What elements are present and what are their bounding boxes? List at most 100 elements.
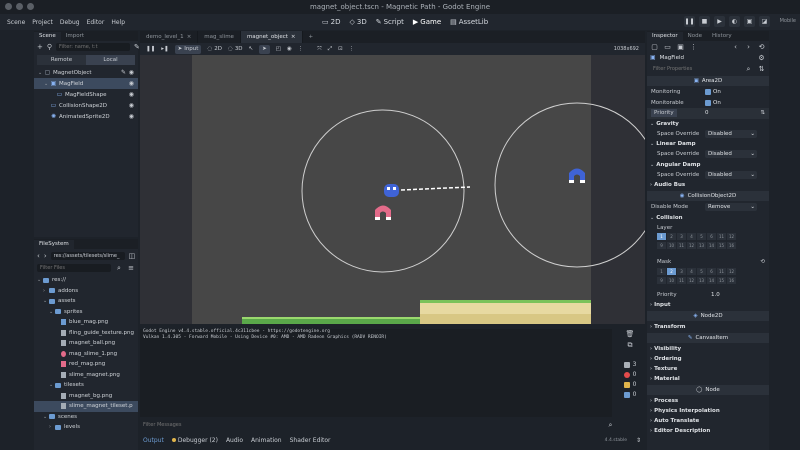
filter-errors-button[interactable]: 0 (623, 371, 636, 378)
tree-node-magfield[interactable]: ⌄ ▣ MagField ◉ (34, 78, 138, 89)
remote-debug-button[interactable]: ◐ (729, 16, 740, 27)
fixed-size-button[interactable]: ⤢ (328, 46, 332, 53)
filter-warnings-button[interactable]: 0 (623, 381, 636, 388)
section-material[interactable]: › Material (647, 374, 769, 384)
visibility-eye-icon[interactable]: ◉ (129, 91, 134, 98)
section-collision[interactable]: ⌄ Collision (647, 213, 769, 223)
add-scene-tab-button[interactable]: + (303, 31, 320, 43)
scene-tab-demo-level-1[interactable]: demo_level_1 × (140, 31, 199, 43)
mask-bit[interactable]: 14 (707, 276, 716, 284)
suspend-button[interactable]: ❚❚ (146, 46, 155, 52)
new-resource-button[interactable]: ▢ (650, 42, 659, 51)
section-editor-description[interactable]: › Editor Description (647, 426, 769, 436)
game-canvas[interactable] (140, 55, 645, 324)
mask-bit[interactable]: 2 (667, 267, 676, 275)
history-back-button[interactable]: ‹ (731, 42, 740, 51)
tab-shader-editor[interactable]: Shader Editor (290, 437, 331, 444)
property-options-button[interactable]: ⇅ (757, 65, 766, 74)
next-frame-button[interactable]: ▸❚ (161, 46, 168, 52)
mask-bit[interactable]: 10 (667, 276, 676, 284)
search-icon[interactable]: ⌕ (115, 264, 123, 273)
select-3d-button[interactable]: ◌ 3D (228, 46, 243, 52)
list-item[interactable]: slime_magnet_tileset.p (34, 401, 138, 412)
workspace-3d[interactable]: ◇ 3D (349, 18, 366, 26)
list-item[interactable]: › levels (34, 422, 138, 433)
search-icon[interactable]: ⌕ (744, 65, 753, 74)
mask-bit[interactable]: 5 (697, 267, 706, 275)
play-custom-button[interactable]: ◪ (759, 16, 770, 27)
renderer-selector[interactable]: Mobile (780, 18, 796, 24)
mask-bit[interactable]: 11 (677, 276, 686, 284)
tab-debugger[interactable]: Debugger (2) (171, 437, 218, 444)
layer-bit[interactable]: 4 (687, 233, 696, 240)
layer-bit[interactable]: 13 (697, 242, 706, 249)
layer-bit[interactable]: 11 (677, 242, 686, 249)
section-auto-translate[interactable]: › Auto Translate (647, 416, 769, 426)
section-transform[interactable]: › Transform (647, 322, 769, 332)
forward-button[interactable]: › (44, 251, 47, 260)
script-icon[interactable]: ✎ (121, 69, 126, 76)
gravity-space-override-dropdown[interactable]: Disabled ⌄ (705, 129, 757, 138)
expand-panel-button[interactable]: ⇕ (636, 437, 641, 444)
tree-node-animatedsprite2d[interactable]: ✺ AnimatedSprite2D ◉ (34, 111, 138, 122)
section-input[interactable]: › Input (647, 300, 769, 310)
game-viewport[interactable] (140, 55, 645, 324)
property-monitorable[interactable]: Monitorable On (647, 98, 769, 109)
close-icon[interactable]: × (291, 31, 296, 43)
movie-maker-button[interactable]: ▣ (744, 16, 755, 27)
tab-import[interactable]: Import (61, 32, 89, 41)
camera-override-button[interactable]: ◰ (276, 46, 281, 52)
tab-filesystem[interactable]: FileSystem (34, 240, 74, 249)
save-resource-button[interactable]: ▣ (676, 42, 685, 51)
monitoring-checkbox[interactable] (705, 89, 711, 96)
workspace-script[interactable]: ✎ Script (376, 18, 404, 26)
close-icon[interactable]: × (187, 31, 192, 43)
list-select-button[interactable]: ➤ (259, 44, 270, 54)
layer-bit[interactable]: 15 (717, 242, 726, 249)
tree-node-collisionshape2d[interactable]: ▭ CollisionShape2D ◉ (34, 100, 138, 111)
visibility-eye-icon[interactable]: ◉ (129, 113, 134, 120)
split-view-button[interactable]: ◫ (129, 251, 136, 260)
pause-button[interactable]: ❚❚ (684, 16, 695, 27)
list-item[interactable]: ⌄ scenes (34, 412, 138, 423)
monitorable-checkbox[interactable] (705, 99, 711, 106)
property-collision-priority[interactable]: Priority 1.0 (647, 290, 769, 301)
section-linear-damp[interactable]: ⌄ Linear Damp (647, 139, 769, 149)
mask-bit[interactable]: 13 (697, 276, 706, 284)
menu-project[interactable]: Project (32, 19, 53, 26)
layer-bit[interactable]: 12 (687, 242, 696, 249)
mask-bit[interactable]: 11 (717, 267, 726, 275)
filter-properties-input[interactable] (650, 65, 740, 73)
list-item[interactable]: ⌄ tilesets (34, 380, 138, 391)
play-scene-button[interactable]: ▶ (714, 16, 725, 27)
instance-scene-button[interactable]: ⚲ (47, 43, 52, 52)
disable-mode-dropdown[interactable]: Remove ⌄ (705, 203, 757, 212)
tab-animation[interactable]: Animation (251, 437, 282, 444)
collision-layer-grid[interactable]: 1 2 3 4 5 6 11 12 9 10 11 12 13 14 15 16 (647, 233, 769, 253)
property-monitoring[interactable]: Monitoring On (647, 87, 769, 98)
layer-bit[interactable]: 1 (657, 233, 666, 240)
scene-filter-input[interactable] (56, 43, 131, 51)
section-angular-damp[interactable]: ⌄ Angular Damp (647, 160, 769, 170)
layer-bit[interactable]: 12 (727, 233, 736, 240)
property-disable-mode[interactable]: Disable Mode Remove ⌄ (647, 202, 769, 213)
minimize-window-button[interactable] (16, 3, 23, 10)
load-resource-button[interactable]: ▭ (663, 42, 672, 51)
filter-messages-input[interactable] (140, 420, 606, 430)
section-texture[interactable]: › Texture (647, 364, 769, 374)
tab-inspector[interactable]: Inspector (647, 32, 683, 41)
mask-bit[interactable]: 1 (657, 267, 666, 275)
menu-help[interactable]: Help (111, 19, 125, 26)
remote-tree-toggle[interactable]: Remote (37, 55, 86, 65)
section-audio-bus[interactable]: › Audio Bus (647, 180, 769, 190)
section-physics-interpolation[interactable]: › Physics Interpolation (647, 406, 769, 416)
tab-node[interactable]: Node (683, 32, 707, 41)
fit-button[interactable]: ⤧ (317, 46, 321, 53)
add-node-button[interactable]: + (37, 43, 43, 52)
history-forward-button[interactable]: › (744, 42, 753, 51)
tab-scene[interactable]: Scene (34, 32, 61, 41)
property-gravity-space-override[interactable]: Space Override Disabled ⌄ (647, 129, 769, 140)
workspace-2d[interactable]: ▭ 2D (322, 18, 340, 26)
visibility-eye-icon[interactable]: ◉ (129, 102, 134, 109)
sort-button[interactable]: ≡ (127, 264, 135, 273)
